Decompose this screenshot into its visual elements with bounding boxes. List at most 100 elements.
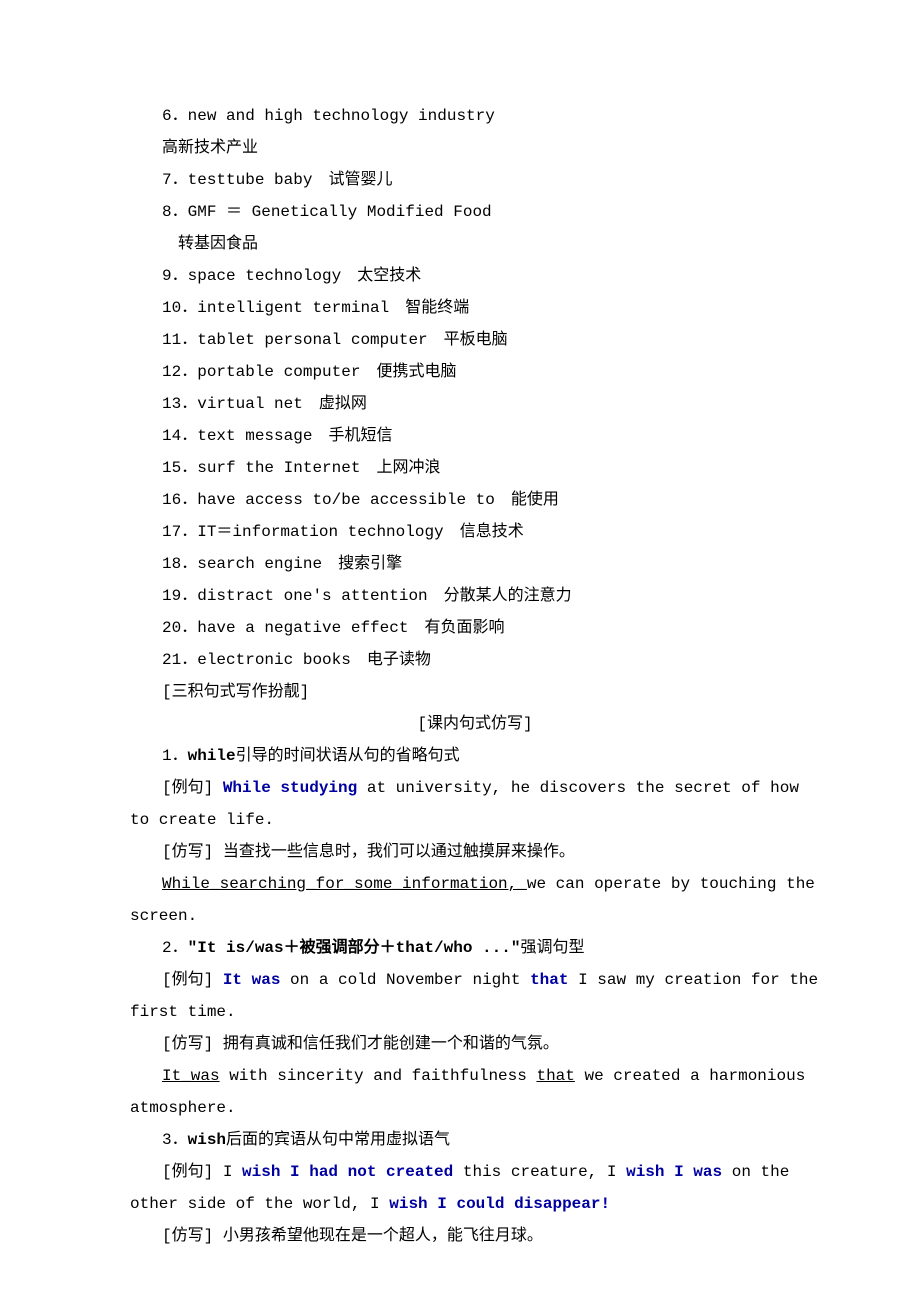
- imitate-label: [仿写]: [162, 1227, 223, 1245]
- vocab-num: 20．: [162, 619, 197, 637]
- imitate-label: [仿写]: [162, 1035, 223, 1053]
- answer-mid: with sincerity and faithfulness: [220, 1067, 537, 1085]
- imitate-text: 小男孩希望他现在是一个超人，能飞往月球。: [223, 1227, 543, 1245]
- vocab-num: 9．: [162, 267, 188, 285]
- answer-underline: It_was: [162, 1067, 220, 1085]
- vocab-num: 11．: [162, 331, 197, 349]
- vocab-item: 18．search engine 搜索引擎: [130, 548, 820, 580]
- example-highlight: that: [530, 971, 578, 989]
- example-part: I: [223, 1163, 242, 1181]
- example-sentence: [例句] It was on a cold November night tha…: [130, 964, 820, 1028]
- answer-underline: that: [536, 1067, 574, 1085]
- example-highlight: wish I had not created: [242, 1163, 463, 1181]
- vocab-item: 8．GMF ＝ Genetically Modified Food: [130, 196, 820, 228]
- vocab-item: 20．have a negative effect 有负面影响: [130, 612, 820, 644]
- example-label: [例句]: [162, 779, 223, 797]
- vocab-zh: 搜索引擎: [338, 555, 402, 573]
- example-highlight: wish I was: [626, 1163, 732, 1181]
- example-part: this creature, I: [463, 1163, 626, 1181]
- pattern-num: 2．: [162, 939, 188, 957]
- example-label: [例句]: [162, 971, 223, 989]
- vocab-num: 18．: [162, 555, 197, 573]
- vocab-en: intelligent terminal: [197, 299, 389, 317]
- imitate-line: [仿写] 小男孩希望他现在是一个超人，能飞往月球。: [130, 1220, 820, 1252]
- example-sentence: [例句] While studying at university, he di…: [130, 772, 820, 836]
- vocab-item: 16．have access to/be accessible to 能使用: [130, 484, 820, 516]
- vocab-item: 13．virtual net 虚拟网: [130, 388, 820, 420]
- pattern-keyword: "It is/was＋被强调部分＋that/who ...": [188, 939, 521, 957]
- pattern-title: 1．while引导的时间状语从句的省略句式: [130, 740, 820, 772]
- vocab-item: 9．space technology 太空技术: [130, 260, 820, 292]
- vocab-en: text message: [197, 427, 312, 445]
- vocab-num: 14．: [162, 427, 197, 445]
- pattern-num: 1．: [162, 747, 188, 765]
- vocab-en: space technology: [188, 267, 342, 285]
- vocab-zh: 转基因食品: [130, 228, 820, 260]
- pattern-keyword: wish: [188, 1131, 226, 1149]
- vocab-en: new and high technology industry: [188, 107, 495, 125]
- vocab-en: have access to/be accessible to: [197, 491, 495, 509]
- vocab-en: test­tube baby: [188, 171, 313, 189]
- vocab-zh: 手机短信: [328, 427, 392, 445]
- answer-line: While_searching_for_some_information,_we…: [130, 868, 820, 932]
- vocab-item: 10．intelligent terminal 智能终端: [130, 292, 820, 324]
- pattern-rest: 后面的宾语从句中常用虚拟语气: [226, 1131, 450, 1149]
- vocab-num: 7．: [162, 171, 188, 189]
- vocab-zh: 有负面影响: [424, 619, 504, 637]
- pattern-title: 3．wish后面的宾语从句中常用虚拟语气: [130, 1124, 820, 1156]
- example-highlight: wish I could disappear!: [389, 1195, 610, 1213]
- vocab-num: 13．: [162, 395, 197, 413]
- vocab-num: 6．: [162, 107, 188, 125]
- pattern-rest: 强调句型: [520, 939, 584, 957]
- vocab-num: 10．: [162, 299, 197, 317]
- pattern-title: 2．"It is/was＋被强调部分＋that/who ..."强调句型: [130, 932, 820, 964]
- pattern-num: 3．: [162, 1131, 188, 1149]
- example-mid: on a cold November night: [290, 971, 530, 989]
- section-subheader: [课内句式仿写]: [130, 708, 820, 740]
- pattern-keyword: while: [188, 747, 236, 765]
- example-label: [例句]: [162, 1163, 223, 1181]
- vocab-zh: 太空技术: [357, 267, 421, 285]
- vocab-en: GMF ＝ Genetically Modified Food: [188, 203, 492, 221]
- section-header: [三积句式写作扮靓]: [130, 676, 820, 708]
- vocab-en: IT＝information technology: [197, 523, 443, 541]
- vocab-item: 19．distract one's attention 分散某人的注意力: [130, 580, 820, 612]
- vocab-zh: 虚拟网: [319, 395, 367, 413]
- vocab-zh: 试管婴儿: [328, 171, 392, 189]
- vocab-en: have a negative effect: [197, 619, 408, 637]
- vocab-en: search engine: [197, 555, 322, 573]
- vocab-zh: 智能终端: [405, 299, 469, 317]
- vocab-zh: 能使用: [511, 491, 559, 509]
- vocab-num: 19．: [162, 587, 197, 605]
- example-sentence: [例句] I wish I had not created this creat…: [130, 1156, 820, 1220]
- vocab-num: 8．: [162, 203, 188, 221]
- vocab-zh: 分散某人的注意力: [444, 587, 572, 605]
- vocab-item: 14．text message 手机短信: [130, 420, 820, 452]
- vocab-zh: 电子读物: [367, 651, 431, 669]
- vocab-num: 12．: [162, 363, 197, 381]
- vocab-item: 6．new and high technology industry: [130, 100, 820, 132]
- answer-underline: While_searching_for_some_information,_: [162, 875, 527, 893]
- vocab-zh: 高新技术产业: [130, 132, 820, 164]
- vocab-num: 21．: [162, 651, 197, 669]
- vocab-num: 17．: [162, 523, 197, 541]
- pattern-rest: 引导的时间状语从句的省略句式: [236, 747, 460, 765]
- vocab-num: 15．: [162, 459, 197, 477]
- imitate-label: [仿写]: [162, 843, 223, 861]
- example-highlight: It was: [223, 971, 290, 989]
- vocab-en: portable computer: [197, 363, 360, 381]
- vocab-item: 21．electronic books 电子读物: [130, 644, 820, 676]
- vocab-item: 12．portable computer 便携式电脑: [130, 356, 820, 388]
- vocab-en: surf the Internet: [197, 459, 360, 477]
- vocab-zh: 信息技术: [460, 523, 524, 541]
- vocab-zh: 平板电脑: [444, 331, 508, 349]
- answer-line: It_was with sincerity and faithfulness t…: [130, 1060, 820, 1124]
- vocab-en: distract one's attention: [197, 587, 427, 605]
- example-highlight: While studying: [223, 779, 367, 797]
- vocab-item: 17．IT＝information technology 信息技术: [130, 516, 820, 548]
- vocab-item: 7．test­tube baby 试管婴儿: [130, 164, 820, 196]
- vocab-item: 15．surf the Internet 上网冲浪: [130, 452, 820, 484]
- vocab-num: 16．: [162, 491, 197, 509]
- imitate-line: [仿写] 当查找一些信息时，我们可以通过触摸屏来操作。: [130, 836, 820, 868]
- document-page: 6．new and high technology industry 高新技术产…: [0, 0, 920, 1312]
